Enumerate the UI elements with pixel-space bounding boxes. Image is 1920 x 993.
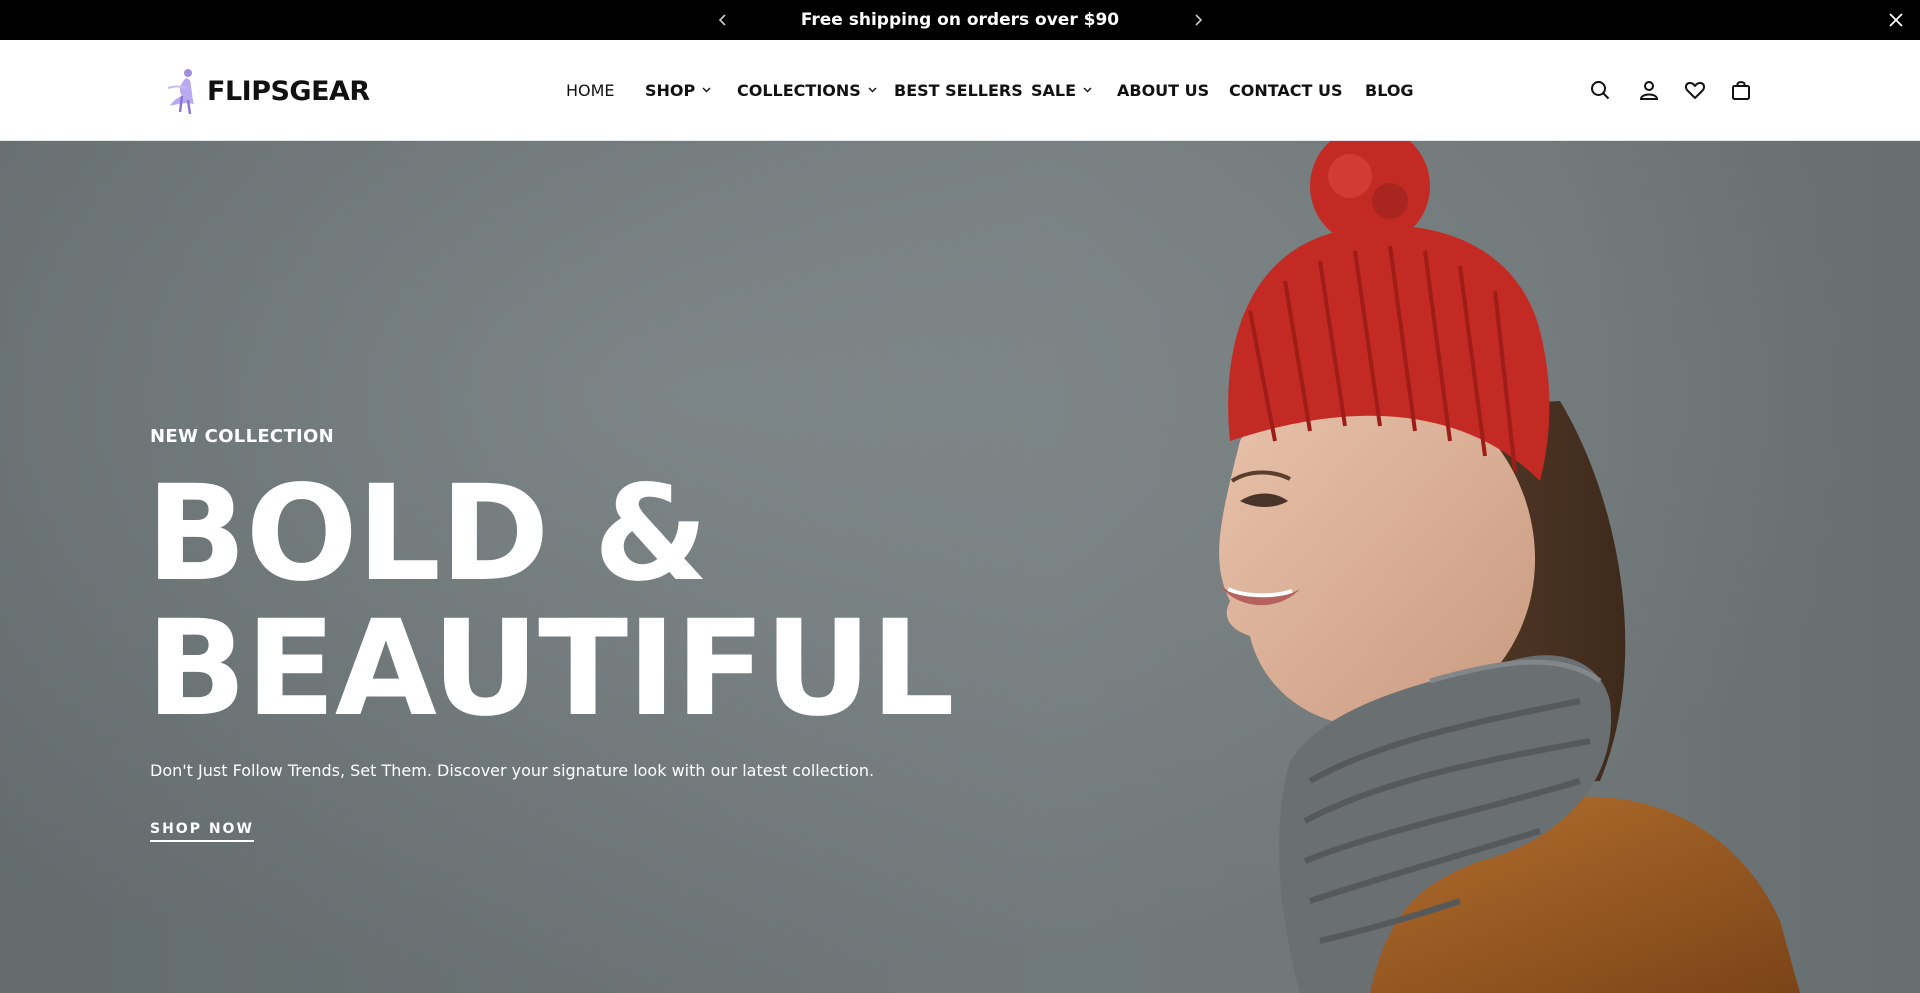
nav-about-us[interactable]: ABOUT US: [1117, 80, 1209, 102]
hero-model-image: [1219, 141, 1800, 993]
nav-best-sellers[interactable]: BEST SELLERS: [894, 80, 1023, 102]
nav-contact-us[interactable]: CONTACT US: [1229, 80, 1343, 102]
nav-home[interactable]: HOME: [566, 80, 615, 102]
wishlist-icon[interactable]: [1683, 78, 1707, 102]
chevron-down-icon: [1083, 87, 1092, 92]
nav-sale[interactable]: SALE: [1031, 80, 1092, 102]
shop-now-link[interactable]: SHOP NOW: [150, 821, 254, 842]
nav-sale-label: SALE: [1031, 81, 1077, 100]
logo-figure-icon: [167, 69, 194, 115]
nav-shop[interactable]: SHOP: [645, 80, 711, 102]
nav-blog[interactable]: BLOG: [1365, 80, 1414, 102]
nav-collections-label: COLLECTIONS: [737, 81, 861, 100]
announcement-text: Free shipping on orders over $90: [800, 10, 1120, 30]
chevron-down-icon: [868, 87, 877, 92]
hero-headline-line-1: BOLD &: [146, 457, 709, 611]
cart-icon[interactable]: [1729, 78, 1753, 102]
chevron-down-icon: [702, 87, 711, 92]
hero-headline-line-2: BEAUTIFUL: [146, 592, 955, 746]
brand-logo[interactable]: FLIPSGEAR: [166, 66, 376, 118]
hero-banner: NEW COLLECTION BOLD & BEAUTIFUL Don't Ju…: [0, 141, 1920, 993]
search-icon[interactable]: [1588, 78, 1612, 102]
nav-collections[interactable]: COLLECTIONS: [737, 80, 877, 102]
brand-name: FLIPSGEAR: [207, 76, 370, 107]
hero-subcopy: Don't Just Follow Trends, Set Them. Disc…: [150, 761, 875, 780]
close-icon[interactable]: [1886, 10, 1906, 30]
account-icon[interactable]: [1637, 78, 1661, 102]
chevron-right-icon[interactable]: [1188, 10, 1208, 30]
announcement-bar: Free shipping on orders over $90: [0, 0, 1920, 40]
site-header: FLIPSGEAR HOME SHOP COLLECTIONS BEST SEL…: [0, 40, 1920, 141]
hero-eyebrow: NEW COLLECTION: [150, 426, 334, 447]
hero-headline: BOLD & BEAUTIFUL: [146, 457, 955, 746]
nav-shop-label: SHOP: [645, 81, 696, 100]
